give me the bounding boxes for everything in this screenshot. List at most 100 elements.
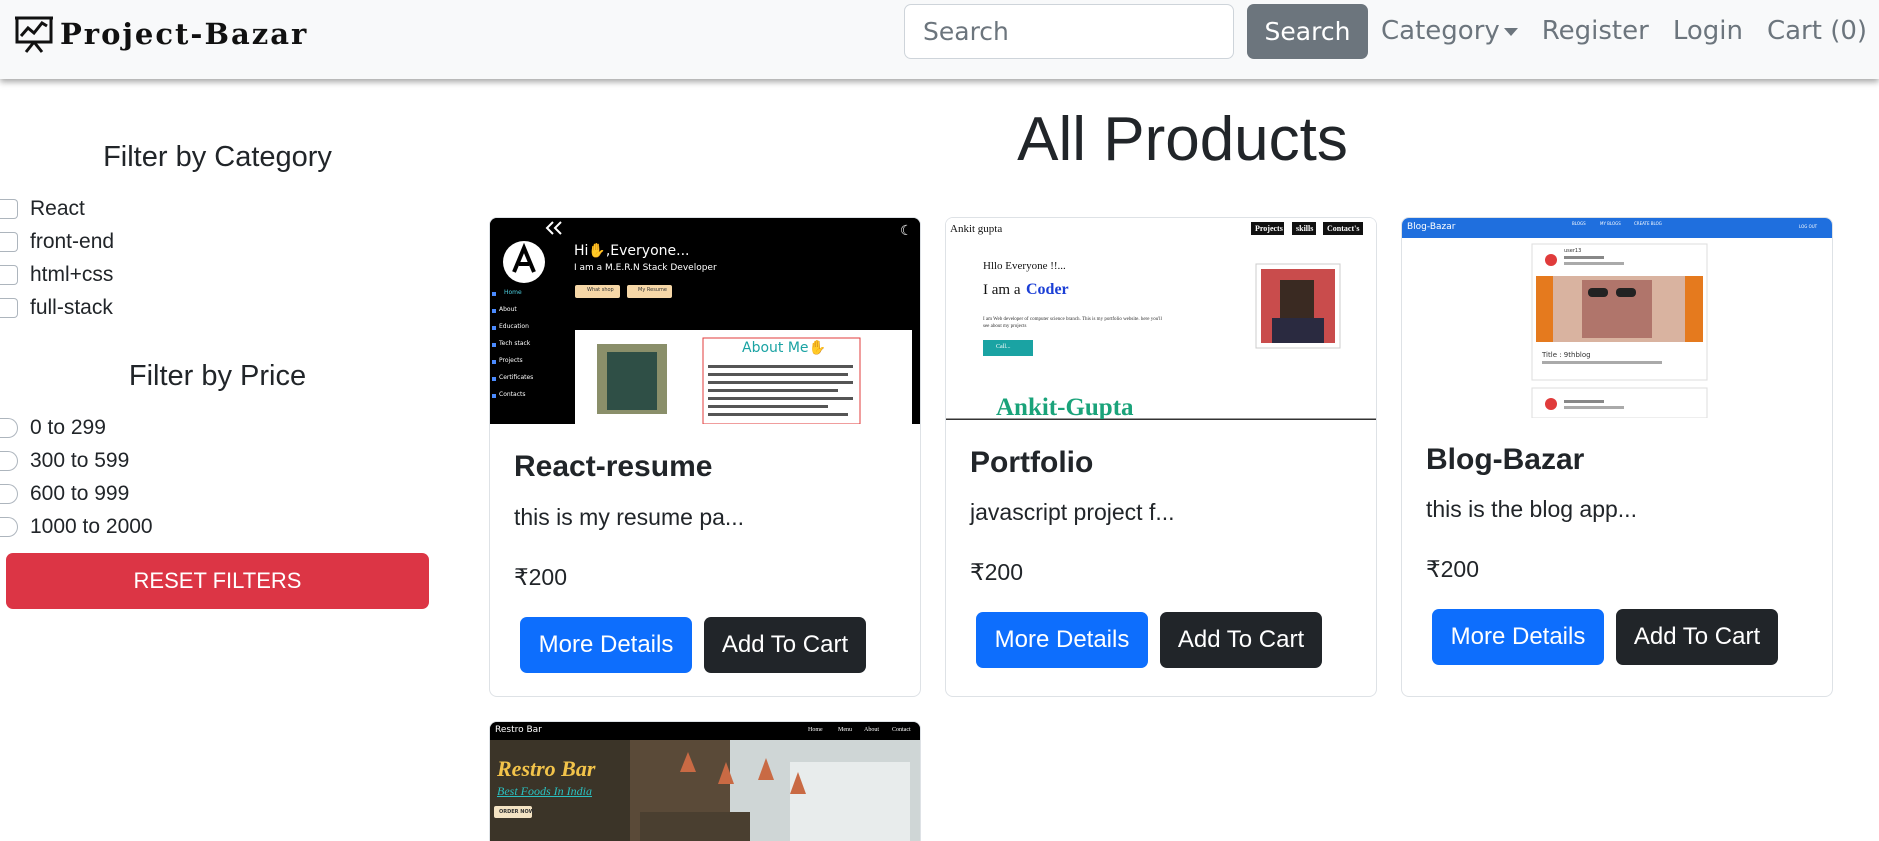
checkbox[interactable]: [0, 232, 18, 252]
thumb-btn2: My Resume: [638, 287, 667, 293]
nav-category-label: Category: [1381, 16, 1500, 46]
filter-label: React: [30, 197, 85, 220]
thumb-logo: Restro Bar: [495, 725, 542, 735]
thumb-tagline: Best Foods In India: [497, 784, 592, 798]
thumb-hello: Hllo Everyone !!...: [983, 260, 1066, 272]
more-details-button[interactable]: More Details: [1432, 609, 1604, 665]
thumb-nav-create: CREATE BLOG: [1634, 221, 1662, 226]
filter-label: html+css: [30, 263, 114, 286]
product-description: this is my resume pa...: [514, 504, 745, 530]
nav-login-link[interactable]: Login: [1673, 16, 1743, 46]
product-thumbnail: ☾: [490, 218, 920, 424]
thumb-iam: I am a: [983, 282, 1021, 298]
product-image[interactable]: Ankit gupta Projects skills Contact's Hl…: [946, 218, 1376, 420]
thumb-logo: Blog-Bazar: [1407, 222, 1456, 232]
thumb-user: user13: [1564, 248, 1582, 254]
product-card-blog-bazar: Blog-Bazar BLOGS MY BLOGS CREATE BLOG LO…: [1401, 217, 1833, 697]
thumb-blog-title: Title : 9thblog: [1542, 351, 1591, 359]
navbar: Project-Bazar Search Category Register L…: [0, 0, 1879, 79]
product-thumbnail: [1402, 218, 1832, 418]
category-filter-title: Filter by Category: [103, 141, 332, 173]
product-price: ₹200: [970, 559, 1024, 585]
checkbox[interactable]: [0, 265, 18, 285]
thumb-btn1: What shop: [587, 287, 614, 293]
thumb-blurb: I am Web developer of computer science b…: [983, 317, 1162, 329]
thumb-nav-about: About: [864, 727, 879, 733]
presentation-chart-icon: [15, 16, 53, 53]
thumb-menu-about: About: [499, 306, 517, 313]
category-filter-front-end[interactable]: front-end: [0, 230, 114, 254]
radio[interactable]: [0, 517, 18, 537]
thumb-menu-tech: Tech stack: [499, 340, 531, 347]
thumb-nav-contacts: Contact's: [1327, 224, 1360, 233]
nav-links: Category Register Login Cart (0): [1381, 16, 1879, 46]
more-details-button[interactable]: More Details: [976, 612, 1148, 668]
thumb-menu-projects: Projects: [499, 357, 523, 364]
thumb-name: Ankit-Gupta: [996, 394, 1134, 420]
product-description: javascript project f...: [970, 499, 1175, 525]
filter-label: full-stack: [30, 296, 113, 319]
checkbox[interactable]: [0, 298, 18, 318]
product-image[interactable]: Blog-Bazar BLOGS MY BLOGS CREATE BLOG LO…: [1402, 218, 1832, 418]
thumb-about-title: About Me✋: [742, 340, 826, 356]
svg-text:☾: ☾: [900, 222, 913, 238]
radio[interactable]: [0, 418, 18, 438]
search-button[interactable]: Search: [1247, 4, 1368, 59]
filter-label: 600 to 999: [30, 482, 130, 505]
more-details-button[interactable]: More Details: [520, 617, 692, 673]
nav-category-dropdown[interactable]: Category: [1381, 16, 1518, 46]
thumb-nav-skills: skills: [1296, 224, 1314, 233]
thumb-cta: Call...: [996, 344, 1011, 350]
filter-label: 0 to 299: [30, 416, 106, 439]
caret-down-icon: [1503, 27, 1518, 36]
category-filter-react[interactable]: React: [0, 197, 85, 221]
filter-label: front-end: [30, 230, 115, 253]
price-filter-title: Filter by Price: [128, 360, 307, 392]
brand[interactable]: Project-Bazar: [14, 14, 308, 54]
product-image[interactable]: Restro Bar Home Menu About Contact Restr…: [490, 722, 920, 841]
search-input[interactable]: [904, 4, 1234, 59]
product-card-restro-bar: Restro Bar Home Menu About Contact Restr…: [489, 721, 921, 841]
thumb-nav-projects: Projects: [1255, 224, 1283, 233]
product-description: this is the blog app...: [1426, 496, 1637, 522]
thumb-nav-contact: Contact: [892, 727, 911, 733]
thumb-headline: Restro Bar: [497, 756, 596, 781]
thumb-greeting: Hi✋,Everyone...: [574, 243, 690, 259]
product-image[interactable]: ☾ Hi✋,Everyone... I am a M.E.R.N Stack D…: [490, 218, 920, 424]
price-filter-1000-2000[interactable]: 1000 to 2000: [0, 515, 153, 539]
thumb-logout: LOG OUT: [1799, 224, 1818, 229]
thumb-menu-education: Education: [499, 323, 529, 330]
thumb-nav-menu: Menu: [838, 727, 852, 733]
product-price: ₹200: [514, 564, 568, 590]
add-to-cart-button[interactable]: Add To Cart: [1160, 612, 1322, 668]
category-filter-full-stack[interactable]: full-stack: [0, 296, 113, 320]
thumb-menu-home: Home: [504, 289, 522, 296]
thumb-cta: ORDER NOW: [499, 809, 535, 815]
filter-label: 300 to 599: [30, 449, 130, 472]
add-to-cart-button[interactable]: Add To Cart: [704, 617, 866, 673]
thumb-coder: Coder: [1026, 281, 1069, 298]
thumb-subtitle: I am a M.E.R.N Stack Developer: [574, 263, 717, 273]
price-filter-600-999[interactable]: 600 to 999: [0, 482, 129, 506]
thumb-nav-home: Home: [808, 727, 823, 733]
add-to-cart-button[interactable]: Add To Cart: [1616, 609, 1778, 665]
page-title: All Products: [1017, 105, 1348, 174]
radio[interactable]: [0, 484, 18, 504]
price-filter-0-299[interactable]: 0 to 299: [0, 416, 106, 440]
nav-cart-link[interactable]: Cart (0): [1767, 16, 1867, 46]
price-filter-300-599[interactable]: 300 to 599: [0, 449, 129, 473]
product-name: React-resume: [514, 450, 713, 483]
nav-register-link[interactable]: Register: [1542, 16, 1649, 46]
thumb-nav-blogs: BLOGS: [1572, 221, 1586, 226]
product-name: Blog-Bazar: [1426, 443, 1585, 476]
filter-label: 1000 to 2000: [30, 515, 153, 538]
product-price: ₹200: [1426, 556, 1480, 582]
thumb-nav-myblogs: MY BLOGS: [1600, 221, 1621, 226]
radio[interactable]: [0, 451, 18, 471]
product-card-react-resume: ☾ Hi✋,Everyone... I am a M.E.R.N Stack D…: [489, 217, 921, 697]
thumb-menu-contacts: Contacts: [499, 391, 526, 398]
brand-name: Project-Bazar: [60, 17, 309, 51]
category-filter-html-css[interactable]: html+css: [0, 263, 113, 287]
reset-filters-button[interactable]: RESET FILTERS: [6, 553, 429, 609]
checkbox[interactable]: [0, 199, 18, 219]
